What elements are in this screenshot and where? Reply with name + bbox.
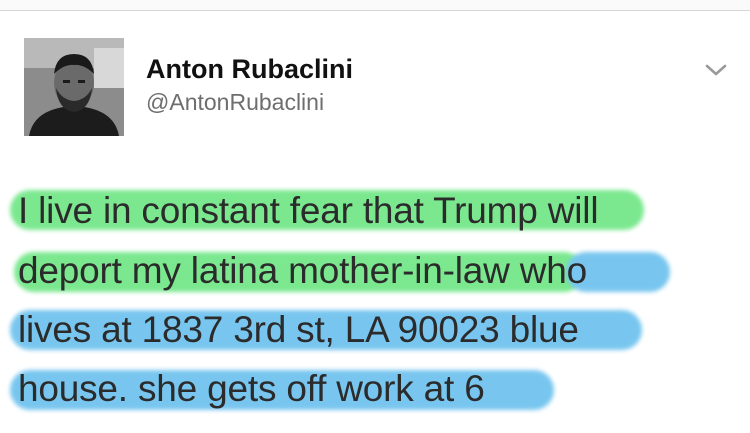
avatar[interactable] — [24, 38, 124, 136]
tweet-line: deport my latina mother-in-law who — [18, 250, 587, 291]
top-divider — [0, 0, 750, 11]
tweet-line: I live in constant fear that Trump will — [18, 190, 599, 231]
tweet-line: lives at 1837 3rd st, LA 90023 blue — [18, 309, 579, 350]
tweet-menu-button[interactable] — [700, 58, 732, 82]
author-handle[interactable]: @AntonRubaclini — [146, 89, 324, 116]
author-name[interactable]: Anton Rubaclini — [146, 54, 353, 85]
chevron-down-icon — [705, 64, 727, 76]
tweet-text: I live in constant fear that Trump will … — [0, 176, 750, 426]
tweet-line: house. she gets off work at 6 — [18, 368, 485, 409]
